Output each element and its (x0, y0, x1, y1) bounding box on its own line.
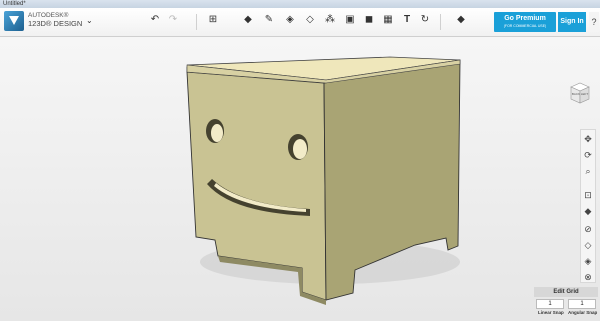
measure-icon[interactable]: ▦ (381, 13, 395, 27)
premium-label: Go Premium (504, 15, 546, 22)
transform-icon[interactable]: ⊞ (206, 13, 220, 27)
main-toolbar: AUTODESK® 123D® DESIGN ⌄ ↶ ↷ ⊞ ◆ ✎ ◈ ◇ ⁂… (0, 8, 600, 37)
brand: AUTODESK® 123D® DESIGN (28, 12, 82, 28)
pattern-icon[interactable]: ⁂ (323, 13, 337, 27)
material-icon[interactable]: ◆ (454, 13, 468, 27)
construct-icon[interactable]: ◈ (283, 13, 297, 27)
grid-snap-panel: Edit Grid 1 1 Linear Snap Angular Snap (534, 287, 598, 320)
orbit-icon[interactable]: ⟳ (581, 148, 595, 162)
show-icon[interactable]: ◇ (581, 238, 595, 252)
outline-icon[interactable]: ⊗ (581, 270, 595, 284)
go-premium-button[interactable]: Go Premium (FOR COMMERCIAL USE) (494, 12, 556, 32)
primitives-icon[interactable]: ◆ (241, 13, 255, 27)
linear-snap-label: Linear Snap (538, 310, 564, 315)
modify-icon[interactable]: ◇ (303, 13, 317, 27)
zoom-icon[interactable]: ⌕ (581, 164, 595, 178)
fit-icon[interactable]: ⊡ (581, 188, 595, 202)
viewcube-label: BACK LEFT (571, 92, 589, 96)
undo-icon[interactable]: ↶ (148, 13, 162, 27)
sign-in-button[interactable]: Sign In (558, 12, 586, 32)
edit-grid-button[interactable]: Edit Grid (534, 287, 598, 297)
toolbar-divider (196, 14, 197, 30)
materials-icon[interactable]: ◈ (581, 254, 595, 268)
app-menu-chevron-down-icon[interactable]: ⌄ (86, 16, 93, 25)
text-icon[interactable]: T (400, 13, 414, 27)
pan-icon[interactable]: ✥ (581, 132, 595, 146)
sketch-icon[interactable]: ✎ (262, 13, 276, 27)
model-left-eye-inner (211, 124, 223, 142)
3d-viewport[interactable]: BACK LEFT ✥ ⟳ ⌕ ⊡ ◆ ⊘ ◇ ◈ ⊗ Edit Grid 1 … (0, 37, 600, 321)
window-title-bar: Untitled* (0, 0, 600, 8)
model-canvas[interactable] (0, 37, 600, 321)
linear-snap-input[interactable]: 1 (536, 299, 564, 309)
toolbar-divider (440, 14, 441, 30)
app-logo-icon[interactable] (4, 11, 24, 31)
view-cube[interactable]: BACK LEFT (568, 81, 592, 105)
views-icon[interactable]: ◆ (581, 204, 595, 218)
angular-snap-input[interactable]: 1 (568, 299, 596, 309)
snap-icon[interactable]: ↻ (418, 13, 432, 27)
window-title: Untitled* (3, 1, 26, 7)
help-button[interactable]: ? (589, 12, 599, 32)
navigation-toolbar: ✥ ⟳ ⌕ ⊡ ◆ ⊘ ◇ ◈ ⊗ (580, 129, 596, 283)
combine-icon[interactable]: ◼ (362, 13, 376, 27)
model-right-eye-inner (293, 139, 307, 159)
premium-sub: (FOR COMMERCIAL USE) (503, 24, 547, 28)
hide-icon[interactable]: ⊘ (581, 222, 595, 236)
grouping-icon[interactable]: ▣ (343, 13, 357, 27)
redo-icon[interactable]: ↷ (166, 13, 180, 27)
angular-snap-label: Angular Snap (568, 310, 598, 315)
brand-line2: 123D® DESIGN (28, 19, 83, 28)
